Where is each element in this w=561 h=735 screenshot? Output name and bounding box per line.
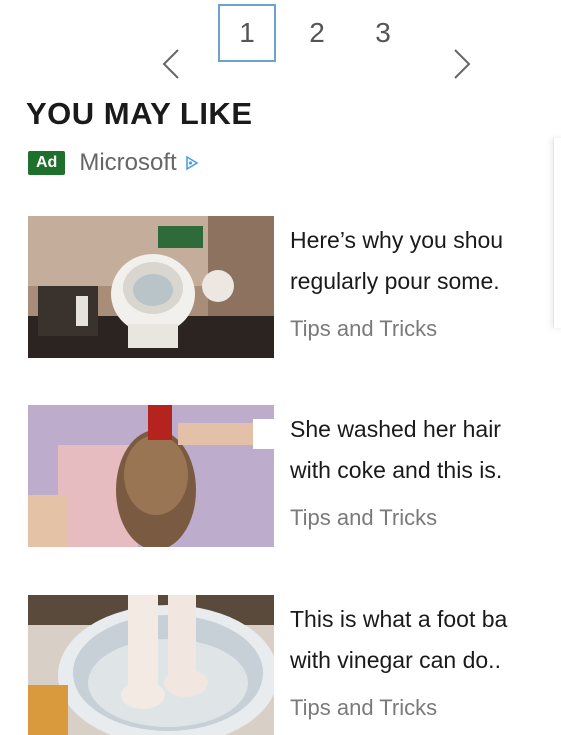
previous-page-button[interactable] — [158, 44, 184, 84]
pagination: 1 2 3 — [0, 0, 561, 90]
article-headline[interactable]: She washed her hair with coke and this i… — [290, 409, 561, 491]
page-1-button[interactable]: 1 — [218, 4, 276, 62]
section-title: YOU MAY LIKE — [26, 96, 253, 131]
page-2-button[interactable]: 2 — [288, 4, 346, 62]
ad-badge: Ad — [28, 151, 66, 175]
toilet-thumbnail[interactable] — [28, 216, 274, 358]
page-3-button[interactable]: 3 — [354, 4, 412, 62]
sponsor-row: Ad Microsoft — [28, 146, 199, 180]
article-headline[interactable]: This is what a foot ba with vinegar can … — [290, 599, 561, 681]
chevron-right-icon — [454, 49, 471, 79]
article-card[interactable]: Here’s why you shou regularly pour some.… — [28, 216, 561, 358]
article-category: Tips and Tricks — [290, 505, 438, 530]
article-category: Tips and Tricks — [290, 316, 438, 341]
sponsor-link[interactable]: Microsoft — [79, 149, 176, 177]
article-card[interactable]: She washed her hair with coke and this i… — [28, 405, 561, 547]
article-category: Tips and Tricks — [290, 695, 438, 720]
article-card[interactable]: This is what a foot ba with vinegar can … — [28, 595, 561, 735]
next-page-button[interactable] — [449, 44, 475, 84]
recommendations-widget: 1 2 3 YOU MAY LIKE Ad Microsoft Here’s w… — [0, 0, 561, 735]
foot-bath-thumbnail[interactable] — [28, 595, 274, 735]
hair-wash-thumbnail[interactable] — [28, 405, 274, 547]
adchoices-icon[interactable] — [185, 155, 199, 171]
chevron-left-icon — [162, 49, 179, 79]
article-headline[interactable]: Here’s why you shou regularly pour some. — [290, 220, 561, 302]
